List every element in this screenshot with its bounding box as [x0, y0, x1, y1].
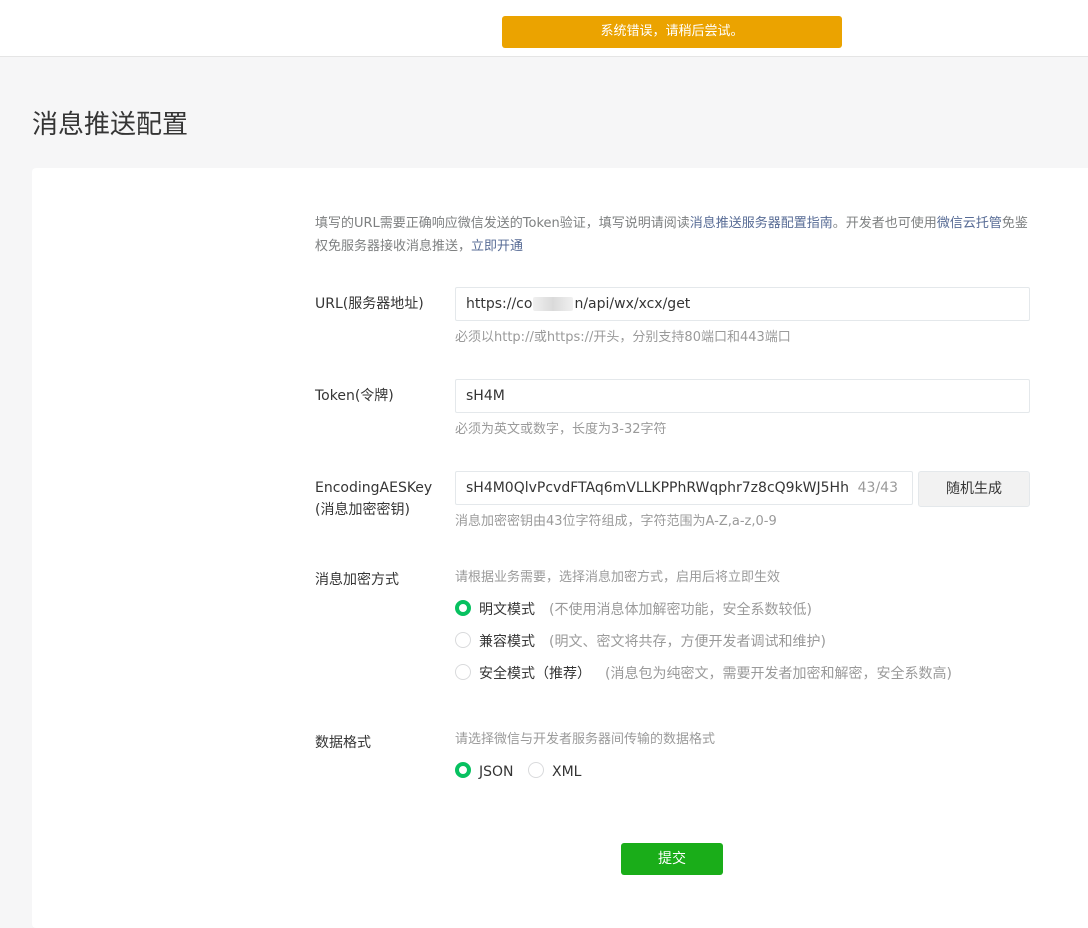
- page-title: 消息推送配置: [32, 110, 189, 140]
- url-hint: 必须以http://或https://开头，分别支持80端口和443端口: [455, 330, 791, 345]
- radio-unselected-icon[interactable]: [455, 632, 471, 648]
- option-label: 明文模式: [479, 602, 535, 618]
- aeskey-counter: 43/43: [857, 480, 898, 496]
- description-text: 填写的URL需要正确响应微信发送的Token验证，填写说明请阅读: [315, 216, 690, 231]
- radio-plaintext-mode[interactable]: 明文模式 (不使用消息体加解密功能，安全系数较低): [455, 600, 812, 620]
- generate-key-button[interactable]: 随机生成: [918, 471, 1030, 507]
- option-note: (不使用消息体加解密功能，安全系数较低): [549, 602, 812, 618]
- redacted-blur: [533, 297, 574, 311]
- description-text: 。开发者也可使用: [832, 216, 937, 231]
- error-toast: 系统错误，请稍后尝试。: [502, 16, 842, 48]
- url-label: URL(服务器地址): [315, 296, 424, 312]
- token-hint: 必须为英文或数字，长度为3-32字符: [455, 422, 667, 437]
- enable-now-link[interactable]: 立即开通: [471, 239, 523, 254]
- token-value: sH4M: [466, 388, 505, 404]
- radio-selected-icon[interactable]: [455, 600, 471, 616]
- config-card: [32, 168, 1088, 928]
- cloud-hosting-link[interactable]: 微信云托管: [937, 216, 1002, 231]
- aeskey-hint: 消息加密密钥由43位字符组成，字符范围为A-Z,a-z,0-9: [455, 514, 777, 529]
- radio-secure-mode[interactable]: 安全模式（推荐） (消息包为纯密文，需要开发者加密和解密，安全系数高): [455, 664, 952, 684]
- option-label: 兼容模式: [479, 634, 535, 650]
- aeskey-input[interactable]: sH4M0QlvPcvdFTAq6mVLLKPPhRWqphr7z8cQ9kWJ…: [455, 471, 913, 505]
- format-label: 数据格式: [315, 735, 371, 751]
- option-label: JSON: [479, 764, 514, 780]
- config-guide-link[interactable]: 消息推送服务器配置指南: [690, 216, 833, 231]
- aeskey-value: sH4M0QlvPcvdFTAq6mVLLKPPhRWqphr7z8cQ9kWJ…: [466, 480, 849, 496]
- aeskey-sublabel: (消息加密密钥): [315, 502, 410, 518]
- token-label: Token(令牌): [315, 388, 394, 404]
- url-value-suffix: n/api/wx/xcx/get: [574, 296, 691, 312]
- radio-unselected-icon[interactable]: [528, 762, 544, 778]
- option-label: XML: [552, 764, 582, 780]
- radio-selected-icon[interactable]: [455, 762, 471, 778]
- encryption-hint: 请根据业务需要，选择消息加密方式，启用后将立即生效: [455, 570, 781, 585]
- top-bar: 系统错误，请稍后尝试。: [0, 0, 1088, 57]
- config-description: 填写的URL需要正确响应微信发送的Token验证，填写说明请阅读消息推送服务器配…: [315, 212, 1035, 258]
- url-input[interactable]: https://co n/api/wx/xcx/get: [455, 287, 1030, 321]
- option-label: 安全模式（推荐）: [479, 666, 591, 682]
- radio-format-xml[interactable]: XML: [528, 762, 581, 782]
- format-hint: 请选择微信与开发者服务器间传输的数据格式: [455, 732, 716, 747]
- submit-button[interactable]: 提交: [621, 843, 723, 875]
- radio-compatible-mode[interactable]: 兼容模式 (明文、密文将共存，方便开发者调试和维护): [455, 632, 826, 652]
- encryption-label: 消息加密方式: [315, 572, 399, 588]
- url-value-prefix: https://co: [466, 296, 533, 312]
- radio-unselected-icon[interactable]: [455, 664, 471, 680]
- radio-format-json[interactable]: JSON: [455, 762, 514, 782]
- aeskey-label: EncodingAESKey: [315, 480, 433, 496]
- token-input[interactable]: sH4M: [455, 379, 1030, 413]
- option-note: (明文、密文将共存，方便开发者调试和维护): [549, 634, 826, 650]
- option-note: (消息包为纯密文，需要开发者加密和解密，安全系数高): [605, 666, 952, 682]
